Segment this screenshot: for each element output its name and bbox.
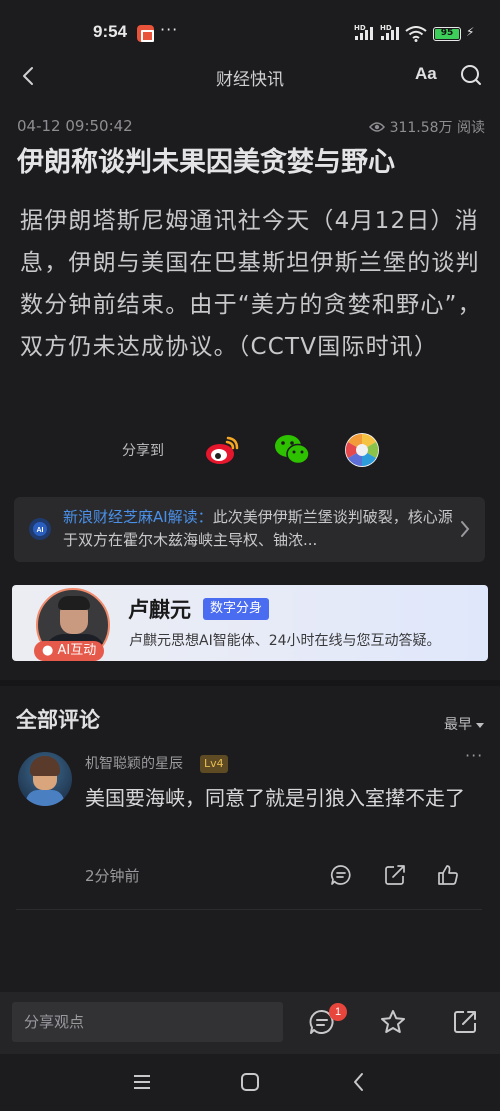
comments-title: 全部评论 <box>16 708 100 732</box>
article-date: 04-12 09:50:42 <box>17 117 133 135</box>
more-options-icon[interactable]: ··· <box>465 746 483 765</box>
comment-username[interactable]: 机智聪颖的星辰 <box>85 753 183 773</box>
forward-icon[interactable] <box>452 1009 478 1035</box>
status-time: 9:54 <box>93 22 128 41</box>
ai-interact-badge: ● AI互动 <box>34 641 105 661</box>
more-notifications-icon: ··· <box>160 20 179 39</box>
system-nav-bar <box>0 1054 500 1111</box>
bottom-action-bar: 分享观点 1 <box>0 992 500 1054</box>
section-divider <box>0 680 500 686</box>
article-title: 伊朗称谈判未果因美贪婪与野心 <box>17 147 395 178</box>
notification-app-icon <box>137 25 154 42</box>
svg-text:AI: AI <box>37 527 44 534</box>
view-count: 311.58万 阅读 <box>368 117 485 137</box>
menu-icon[interactable] <box>132 1072 152 1092</box>
comment-count-badge: 1 <box>329 1003 347 1021</box>
chevron-right-icon <box>461 521 470 537</box>
avatar[interactable] <box>18 752 72 806</box>
wifi-icon <box>405 26 427 42</box>
moments-icon[interactable] <box>344 432 380 468</box>
ai-summary-card[interactable]: AI 新浪财经芝麻AI解读：此次美伊伊斯兰堡谈判破裂，核心源于双方在霍尔木兹海峡… <box>14 497 485 562</box>
promo-tag: 数字分身 <box>203 598 270 620</box>
comment-divider <box>16 909 482 910</box>
star-icon[interactable] <box>380 1009 406 1035</box>
view-count-text: 311.58万 阅读 <box>389 120 485 136</box>
weibo-icon[interactable] <box>204 432 240 468</box>
top-nav: 财经快讯 Aa <box>0 58 500 94</box>
share-icon[interactable] <box>384 864 406 886</box>
charging-icon: ⚡ <box>466 25 475 39</box>
status-bar: 9:54 ··· HD HD 95 ⚡ <box>0 0 500 64</box>
comment-text: 美国要海峡，同意了就是引狼入室撵不走了 <box>85 786 465 810</box>
wechat-icon[interactable] <box>274 433 310 467</box>
ai-summary-text: 新浪财经芝麻AI解读：此次美伊伊斯兰堡谈判破裂，核心源于双方在霍尔木兹海峡主导权… <box>63 506 453 552</box>
search-icon[interactable] <box>460 64 482 86</box>
ai-summary-label: 新浪财经芝麻AI解读： <box>63 508 213 526</box>
battery-icon: 95 <box>433 27 461 41</box>
like-icon[interactable] <box>437 864 459 886</box>
promo-description: 卢麒元思想AI智能体、24小时在线与您互动答疑。 <box>129 633 441 649</box>
sort-label: 最早 <box>444 717 472 733</box>
digital-avatar-banner[interactable]: ● AI互动 卢麒元 数字分身 卢麒元思想AI智能体、24小时在线与您互动答疑。 <box>12 585 488 661</box>
eye-icon <box>368 122 385 132</box>
caret-down-icon <box>476 722 484 728</box>
share-row: 分享到 <box>0 430 500 470</box>
ai-logo-icon: AI <box>29 518 51 540</box>
system-back-icon[interactable] <box>349 1072 369 1092</box>
article-body: 据伊朗塔斯尼姆通讯社今天（4月12日）消息，伊朗与美国在巴基斯坦伊斯兰堡的谈判数… <box>20 208 482 360</box>
signal-icon <box>355 26 373 40</box>
user-level-badge: Lv4 <box>200 755 228 773</box>
share-opinion-input[interactable]: 分享观点 <box>12 1002 283 1042</box>
home-icon[interactable] <box>240 1072 260 1092</box>
comment-item: 机智聪颖的星辰 Lv4 ··· 美国要海峡，同意了就是引狼入室撵不走了 2分钟前 <box>0 746 500 910</box>
comment-sort-dropdown[interactable]: 最早 <box>444 714 484 734</box>
signal-icon-2 <box>381 26 399 40</box>
share-label: 分享到 <box>122 443 164 459</box>
promo-name: 卢麒元 <box>128 598 191 622</box>
battery-level: 95 <box>435 29 459 39</box>
comment-time: 2分钟前 <box>85 867 140 885</box>
reply-icon[interactable] <box>330 864 352 886</box>
font-size-button[interactable]: Aa <box>415 64 437 84</box>
